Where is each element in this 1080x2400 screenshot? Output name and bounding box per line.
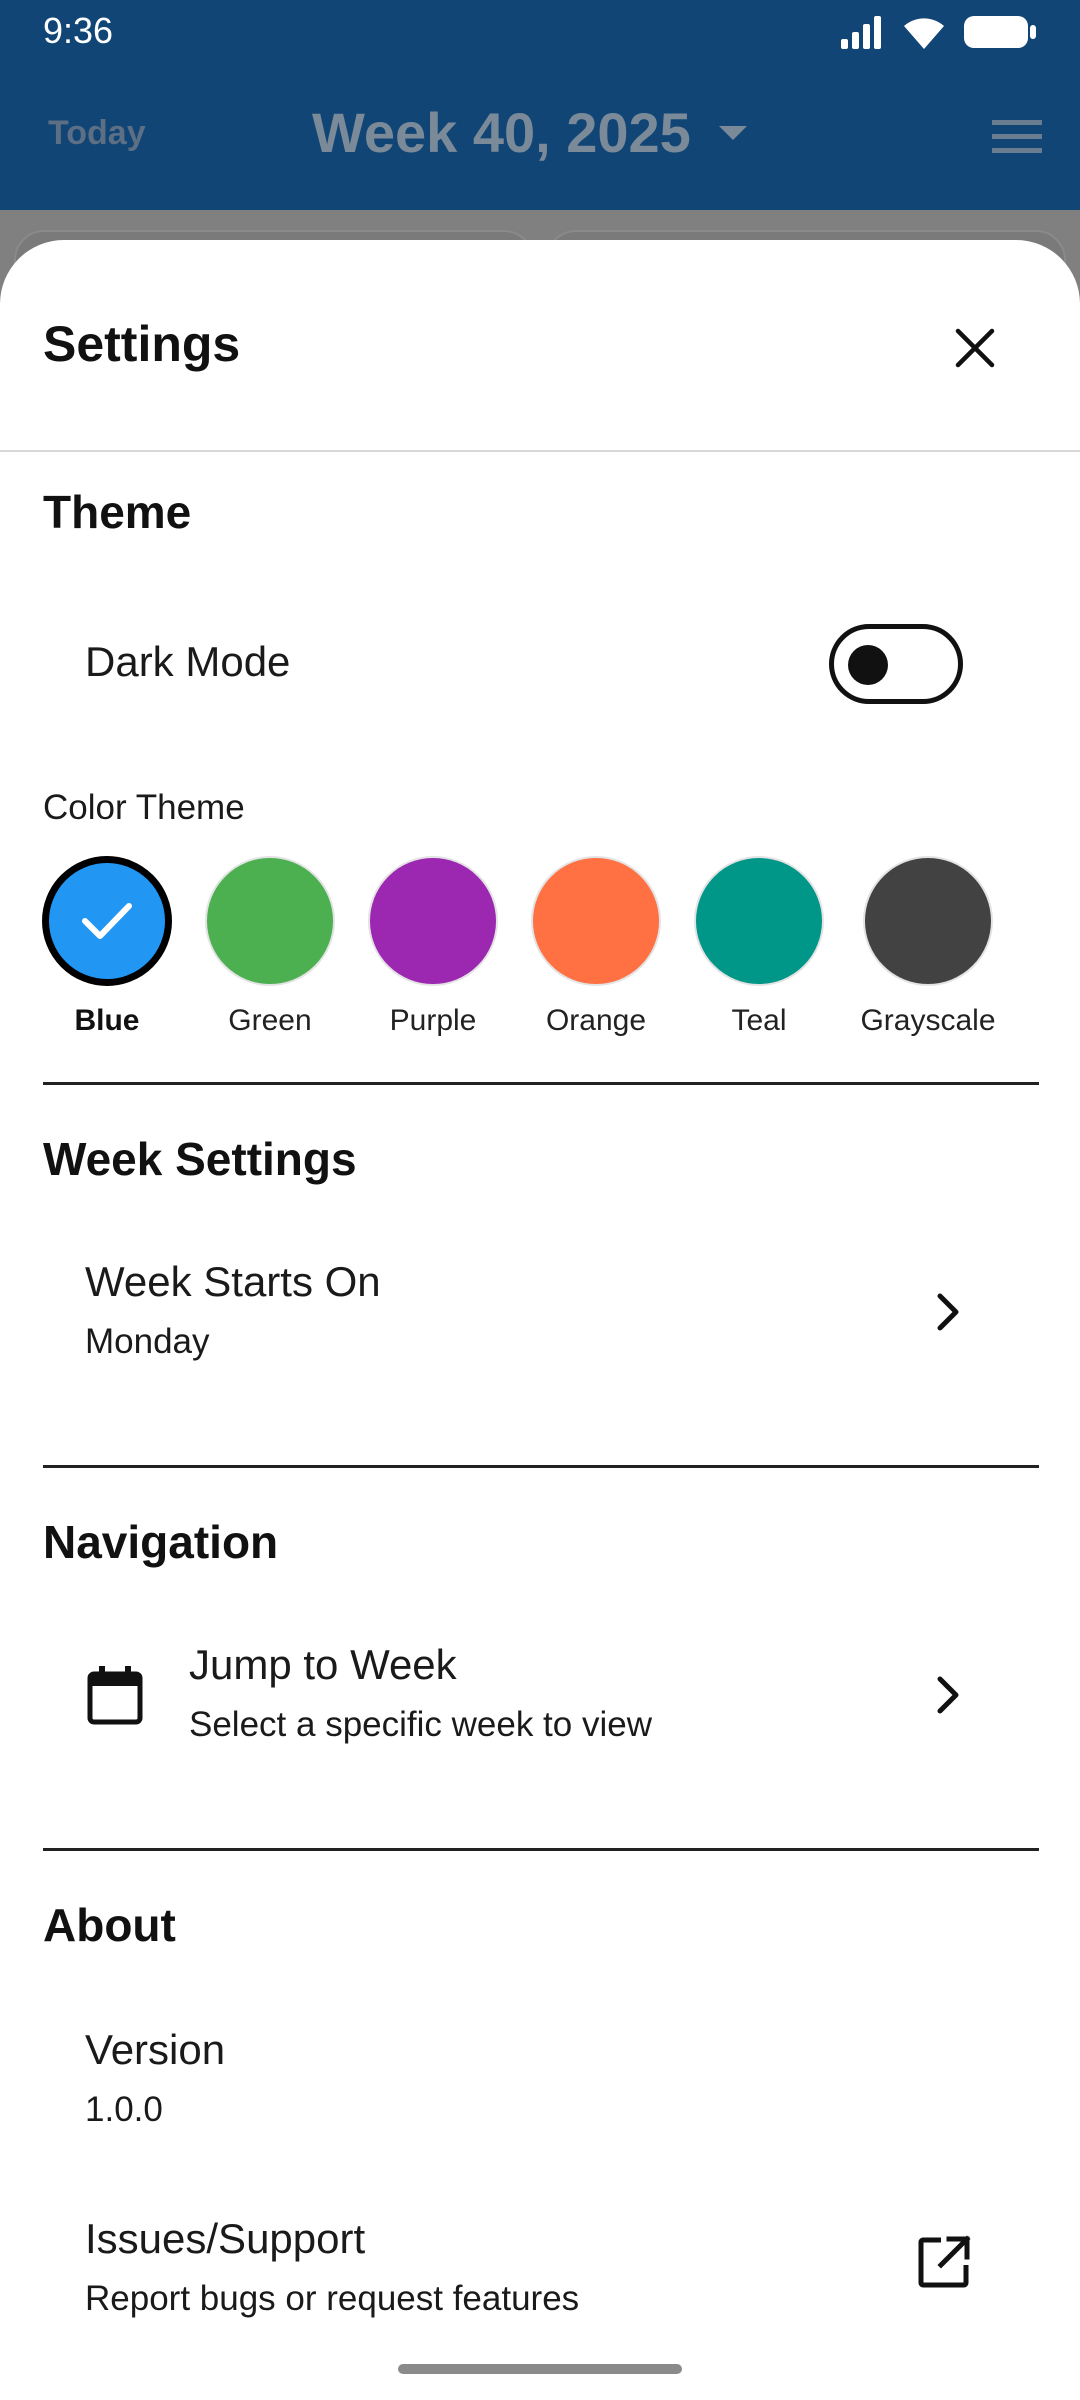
check-icon bbox=[82, 903, 132, 939]
color-theme-label: Color Theme bbox=[43, 788, 245, 827]
color-name: Orange bbox=[545, 1004, 647, 1037]
close-icon bbox=[955, 328, 995, 368]
issues-support-subtitle: Report bugs or request features bbox=[85, 2279, 580, 2318]
version-value: 1.0.0 bbox=[85, 2090, 163, 2129]
color-option-purple[interactable]: Purple bbox=[358, 856, 508, 1038]
wifi-icon bbox=[904, 18, 944, 49]
version-label: Version bbox=[85, 2026, 226, 2073]
settings-sheet: Settings Theme Dark Mode Color Theme Blu… bbox=[0, 240, 1080, 2400]
status-icons bbox=[839, 12, 1037, 52]
color-name: Purple bbox=[389, 1004, 477, 1037]
status-bar: 9:36 bbox=[0, 0, 1080, 60]
color-swatch bbox=[205, 856, 335, 986]
navigation-section-title: Navigation bbox=[43, 1516, 279, 1568]
chevron-right-icon bbox=[937, 1293, 959, 1331]
color-swatch bbox=[368, 856, 498, 986]
app-bar: 9:36 Today Week 40, 2025 bbox=[0, 0, 1080, 210]
section-divider bbox=[43, 1465, 1039, 1468]
menu-icon[interactable] bbox=[992, 118, 1042, 156]
sheet-title: Settings bbox=[43, 316, 241, 372]
issues-support-label: Issues/Support bbox=[85, 2215, 366, 2262]
color-name: Blue bbox=[74, 1004, 140, 1037]
calendar-icon bbox=[87, 1666, 143, 1725]
close-button[interactable] bbox=[945, 318, 1005, 378]
color-swatch bbox=[531, 856, 661, 986]
theme-section-title: Theme bbox=[43, 486, 192, 538]
color-option-green[interactable]: Green bbox=[195, 856, 345, 1038]
signal-icon bbox=[841, 16, 881, 49]
week-title: Week 40, 2025 bbox=[312, 101, 691, 164]
version-row: Version 1.0.0 bbox=[43, 2008, 1039, 2148]
dark-mode-label: Dark Mode bbox=[85, 638, 291, 685]
header-divider bbox=[0, 450, 1080, 452]
color-swatch bbox=[694, 856, 824, 986]
week-starts-label: Week Starts On bbox=[85, 1258, 381, 1305]
color-name: Grayscale bbox=[860, 1004, 996, 1037]
week-selector[interactable]: Week 40, 2025 bbox=[312, 100, 749, 165]
today-button[interactable]: Today bbox=[48, 114, 146, 153]
week-settings-section-title: Week Settings bbox=[43, 1133, 357, 1185]
color-option-blue[interactable]: Blue bbox=[32, 856, 182, 1038]
jump-to-week-subtitle: Select a specific week to view bbox=[189, 1705, 652, 1744]
status-time: 9:36 bbox=[43, 10, 114, 51]
week-starts-row[interactable]: Week Starts On Monday bbox=[43, 1240, 1039, 1380]
color-option-grayscale[interactable]: Grayscale bbox=[853, 856, 1003, 1038]
week-starts-value: Monday bbox=[85, 1322, 210, 1361]
color-name: Teal bbox=[731, 1004, 787, 1037]
jump-to-week-row[interactable]: Jump to Week Select a specific week to v… bbox=[43, 1623, 1039, 1763]
color-option-teal[interactable]: Teal bbox=[684, 856, 834, 1038]
toggle-knob bbox=[848, 645, 888, 685]
color-name: Green bbox=[228, 1004, 312, 1037]
jump-to-week-label: Jump to Week bbox=[189, 1641, 457, 1688]
dark-mode-toggle[interactable] bbox=[829, 624, 963, 704]
color-swatch bbox=[42, 856, 172, 986]
issues-support-row[interactable]: Issues/Support Report bugs or request fe… bbox=[43, 2197, 1039, 2337]
home-indicator[interactable] bbox=[398, 2364, 682, 2374]
color-option-orange[interactable]: Orange bbox=[521, 856, 671, 1038]
open-in-new-icon bbox=[918, 2235, 971, 2288]
section-divider bbox=[43, 1848, 1039, 1851]
about-section-title: About bbox=[43, 1899, 176, 1951]
chevron-right-icon bbox=[937, 1676, 959, 1714]
battery-icon bbox=[964, 16, 1036, 48]
section-divider bbox=[43, 1082, 1039, 1085]
arrow-drop-down-icon bbox=[718, 125, 747, 140]
screen: 9:36 Today Week 40, 2025 Settings Theme … bbox=[0, 0, 1080, 2400]
color-swatch bbox=[863, 856, 993, 986]
